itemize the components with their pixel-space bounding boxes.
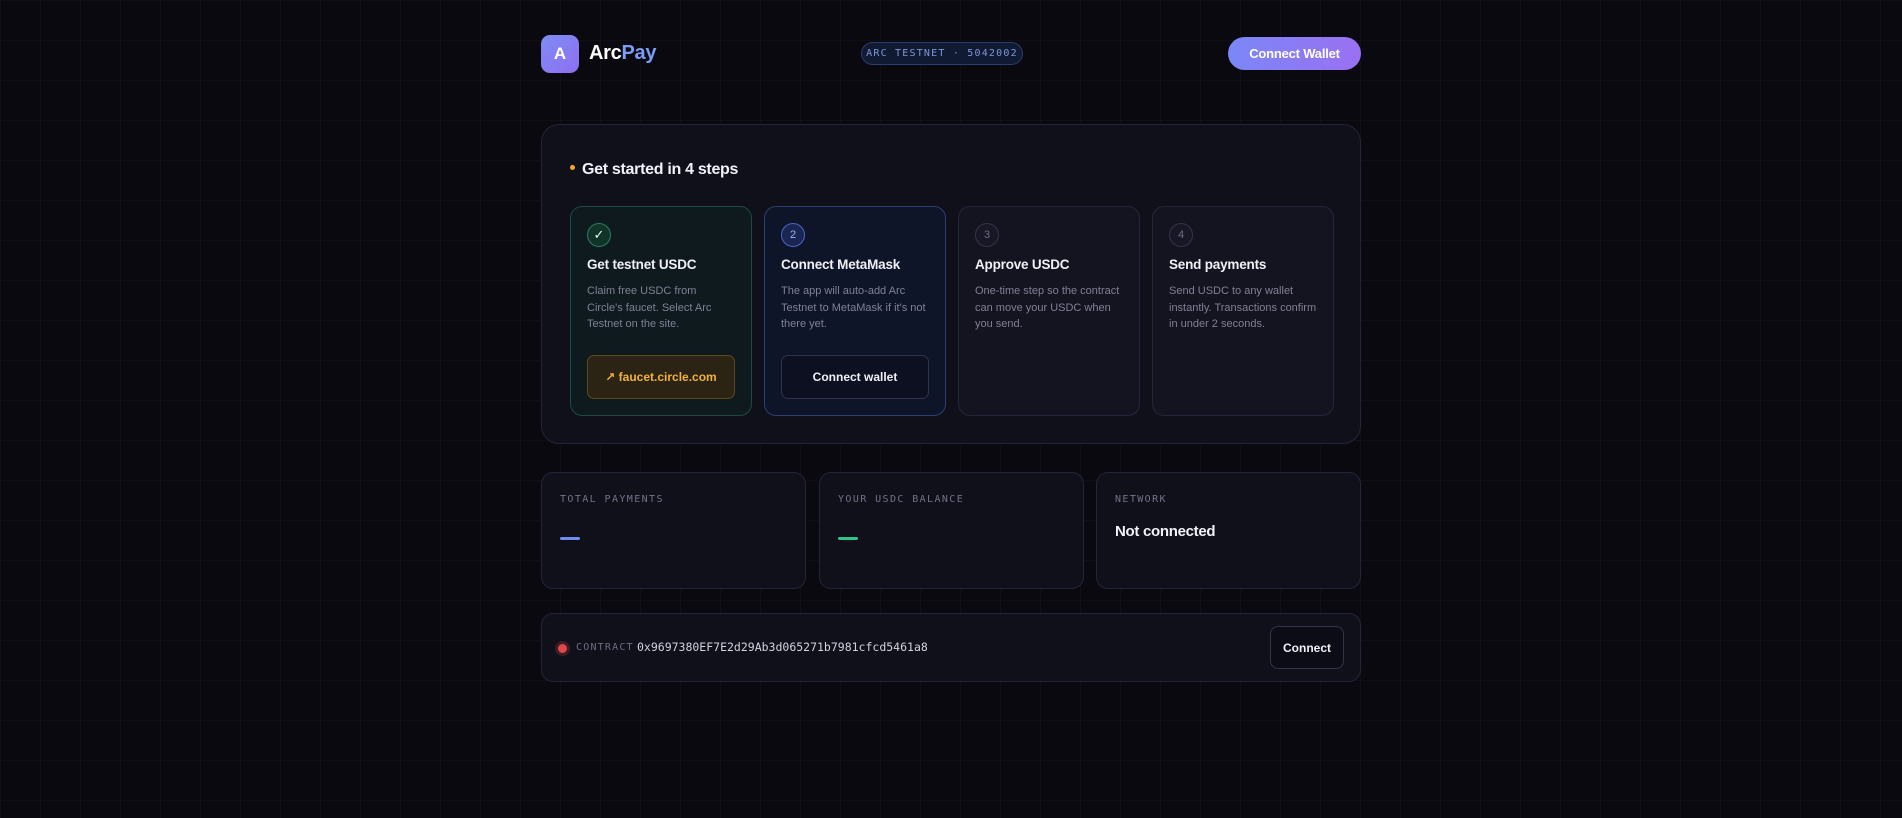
step-card-send-payments: 4 Send payments Send USDC to any wallet … (1152, 206, 1334, 416)
brand-name-part2: Pay (621, 42, 657, 64)
step-description: Send USDC to any wallet instantly. Trans… (1169, 285, 1317, 330)
step-card-get-usdc: ✓ Get testnet USDC Claim free USDC from … (570, 206, 752, 416)
steps-heading: Get started in 4 steps (570, 161, 738, 179)
step-title: Get testnet USDC (587, 257, 697, 272)
step-number-badge: 3 (975, 223, 999, 247)
bullet-dot-icon (570, 165, 575, 171)
step-title: Approve USDC (975, 257, 1070, 272)
faucet-link-button[interactable]: ↗ faucet.circle.com (587, 355, 735, 399)
stat-placeholder-dash (560, 537, 580, 540)
header: A ArcPay ARC TESTNET · 5042002 Connect W… (541, 35, 1361, 73)
network-badge: ARC TESTNET · 5042002 (861, 42, 1023, 65)
checkmark-icon: ✓ (587, 223, 611, 247)
stat-placeholder-dash (838, 537, 858, 540)
brand-name: ArcPay (589, 42, 656, 65)
stat-label: NETWORK (1115, 494, 1167, 505)
connect-button[interactable]: Connect (1270, 626, 1344, 669)
contract-bar: CONTRACT 0x9697380EF7E2d29Ab3d065271b798… (541, 613, 1361, 682)
logo-icon: A (541, 35, 579, 73)
step-number-badge: 2 (781, 223, 805, 247)
stat-card-network: NETWORK Not connected (1096, 472, 1361, 589)
status-dot-icon (558, 644, 567, 653)
step-number-badge: 4 (1169, 223, 1193, 247)
brand-name-part1: Arc (589, 42, 622, 64)
step-description: One-time step so the contract can move y… (975, 285, 1120, 330)
step-title: Send payments (1169, 257, 1267, 272)
network-status-value: Not connected (1115, 523, 1216, 540)
contract-label: CONTRACT (576, 642, 634, 653)
step-card-connect-metamask: 2 Connect MetaMask The app will auto-add… (764, 206, 946, 416)
stat-card-total-payments: TOTAL PAYMENTS (541, 472, 806, 589)
stat-label: TOTAL PAYMENTS (560, 494, 664, 505)
step-connect-wallet-button[interactable]: Connect wallet (781, 355, 929, 399)
contract-address: 0x9697380EF7E2d29Ab3d065271b7981cfcd5461… (637, 640, 928, 654)
onboarding-steps-card: Get started in 4 steps ✓ Get testnet USD… (541, 124, 1361, 444)
steps-heading-text: Get started in 4 steps (582, 161, 739, 178)
step-description: Claim free USDC from Circle's faucet. Se… (587, 285, 712, 330)
step-description: The app will auto-add Arc Testnet to Met… (781, 285, 926, 330)
connect-wallet-button[interactable]: Connect Wallet (1228, 37, 1361, 70)
step-card-approve-usdc: 3 Approve USDC One-time step so the cont… (958, 206, 1140, 416)
stat-label: YOUR USDC BALANCE (838, 494, 965, 505)
stat-card-usdc-balance: YOUR USDC BALANCE (819, 472, 1084, 589)
step-title: Connect MetaMask (781, 257, 901, 272)
